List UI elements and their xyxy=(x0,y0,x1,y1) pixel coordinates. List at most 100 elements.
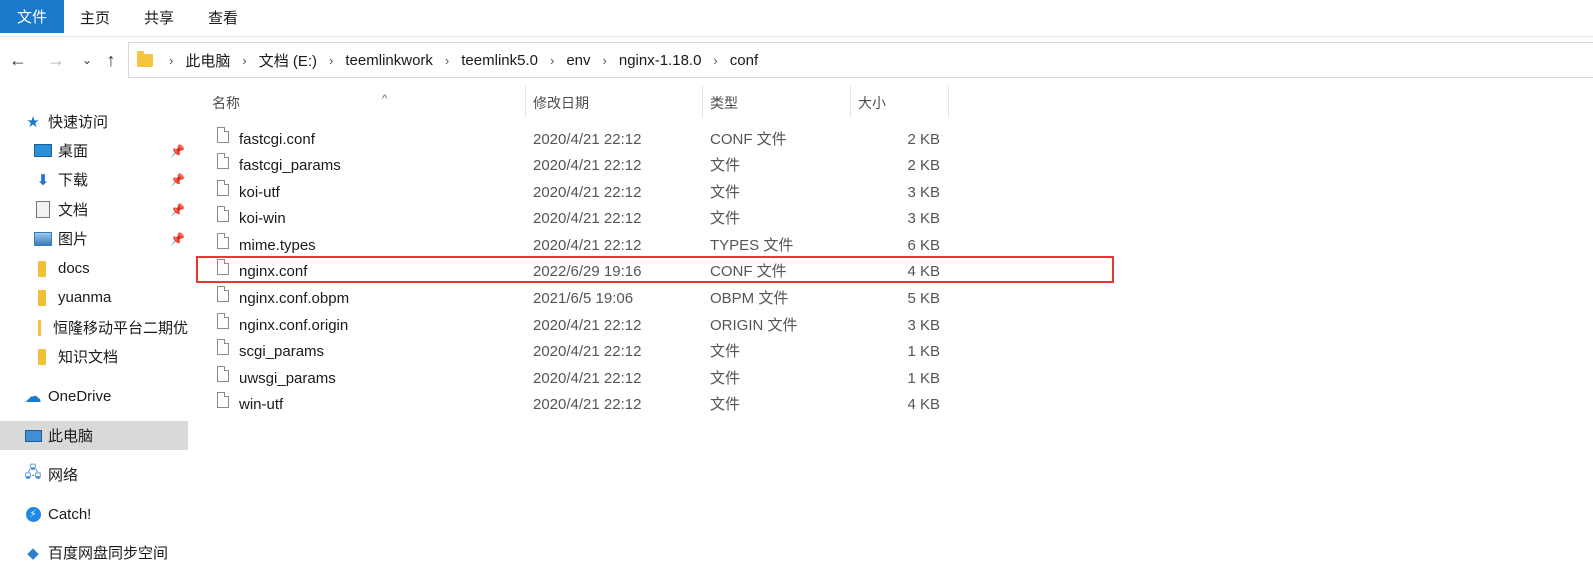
file-row[interactable]: scgi_params 2020/4/21 22:12 文件 1 KB xyxy=(198,339,948,365)
sidebar-item-downloads[interactable]: ⬇ 下载 📌 xyxy=(0,165,188,194)
tab-share[interactable]: 共享 xyxy=(144,0,174,33)
sidebar-item-label: docs xyxy=(58,260,90,277)
column-header-name[interactable]: 名称 ^ xyxy=(212,86,522,118)
sidebar-item-label: 下载 xyxy=(58,172,89,189)
folder-icon xyxy=(38,260,46,277)
breadcrumb-separator[interactable]: › xyxy=(163,53,179,68)
sidebar-item-pictures[interactable]: 图片 📌 xyxy=(0,224,188,253)
column-divider[interactable] xyxy=(702,86,703,118)
breadcrumb-teemlink5[interactable]: teemlink5.0 xyxy=(455,52,544,69)
up-arrow-icon: ↑ xyxy=(106,49,116,70)
file-name: nginx.conf.obpm xyxy=(239,290,350,307)
file-size: 5 KB xyxy=(907,290,940,307)
column-header-date[interactable]: 修改日期 xyxy=(533,86,703,118)
pin-icon[interactable]: 📌 xyxy=(170,232,185,246)
file-row[interactable]: nginx.conf.obpm 2021/6/5 19:06 OBPM 文件 5… xyxy=(198,286,948,312)
file-icon xyxy=(217,392,229,408)
file-size: 3 KB xyxy=(907,210,940,227)
file-icon xyxy=(217,153,229,169)
file-row[interactable]: koi-utf 2020/4/21 22:12 文件 3 KB xyxy=(198,180,948,206)
file-size: 6 KB xyxy=(907,237,940,254)
file-name: mime.types xyxy=(239,237,316,254)
breadcrumb-nginx[interactable]: nginx-1.18.0 xyxy=(613,52,708,69)
breadcrumb-separator[interactable]: › xyxy=(439,53,455,68)
tab-file[interactable]: 文件 xyxy=(0,0,64,33)
file-name: uwsgi_params xyxy=(239,370,336,387)
file-icon xyxy=(217,259,229,275)
breadcrumb-separator[interactable]: › xyxy=(544,53,560,68)
breadcrumb-separator[interactable]: › xyxy=(597,53,613,68)
sidebar-item-onedrive[interactable]: ☁ OneDrive xyxy=(0,382,188,411)
file-name: koi-win xyxy=(239,210,286,227)
sidebar-item-quick-access[interactable]: ★ 快速访问 xyxy=(0,107,188,136)
recent-locations-button[interactable]: ⌄ xyxy=(76,49,98,71)
forward-button[interactable]: → xyxy=(45,49,67,71)
sidebar-item-knowledge-docs[interactable]: 知识文档 xyxy=(0,342,188,371)
sidebar-item-catch[interactable]: ⚡ Catch! xyxy=(0,500,188,529)
pin-icon[interactable]: 📌 xyxy=(170,144,185,158)
back-button[interactable]: ← xyxy=(7,49,29,71)
pin-icon[interactable]: 📌 xyxy=(170,173,185,187)
file-size: 3 KB xyxy=(907,184,940,201)
sidebar-item-henglong[interactable]: 恒隆移动平台二期优 xyxy=(0,313,188,342)
sidebar-item-label: 恒隆移动平台二期优 xyxy=(52,320,188,337)
column-header-size[interactable]: 大小 xyxy=(858,86,948,118)
file-name: win-utf xyxy=(239,396,284,413)
pin-icon[interactable]: 📌 xyxy=(170,203,185,217)
file-type: 文件 xyxy=(710,157,741,174)
sidebar-item-yuanma[interactable]: yuanma xyxy=(0,283,188,312)
folder-icon xyxy=(137,50,153,67)
sort-ascending-icon: ^ xyxy=(382,93,388,105)
sidebar-item-docs[interactable]: docs xyxy=(0,254,188,283)
sidebar-item-label: yuanma xyxy=(58,289,112,306)
network-icon: 🖧 xyxy=(24,464,42,481)
sidebar-item-baidu-sync[interactable]: ◆ 百度网盘同步空间 xyxy=(0,538,188,563)
file-type: 文件 xyxy=(710,370,741,387)
file-date: 2020/4/21 22:12 xyxy=(533,184,642,201)
column-divider[interactable] xyxy=(850,86,851,118)
breadcrumb-teemlinkwork[interactable]: teemlinkwork xyxy=(339,52,439,69)
breadcrumb-this-pc[interactable]: 此电脑 xyxy=(179,50,236,71)
breadcrumb-env[interactable]: env xyxy=(560,52,596,69)
column-divider[interactable] xyxy=(948,86,949,118)
sidebar-item-label: 快速访问 xyxy=(48,114,109,131)
column-header-type[interactable]: 类型 xyxy=(710,86,850,118)
file-row[interactable]: nginx.conf.origin 2020/4/21 22:12 ORIGIN… xyxy=(198,313,948,339)
column-header-label: 类型 xyxy=(710,95,738,111)
sidebar-item-network[interactable]: 🖧 网络 xyxy=(0,460,188,489)
file-row[interactable]: koi-win 2020/4/21 22:12 文件 3 KB xyxy=(198,206,948,232)
file-row[interactable]: uwsgi_params 2020/4/21 22:12 文件 1 KB xyxy=(198,366,948,392)
ribbon: 文件 主页 共享 查看 xyxy=(0,0,1593,37)
sidebar-item-desktop[interactable]: 桌面 📌 xyxy=(0,136,188,165)
file-row[interactable]: fastcgi_params 2020/4/21 22:12 文件 2 KB xyxy=(198,153,948,179)
breadcrumb-drive-e[interactable]: 文档 (E:) xyxy=(253,50,323,71)
sidebar-item-this-pc[interactable]: 此电脑 xyxy=(0,421,188,450)
file-size: 2 KB xyxy=(907,157,940,174)
file-type: CONF 文件 xyxy=(710,131,787,148)
address-bar[interactable]: › 此电脑 › 文档 (E:) › teemlinkwork › teemlin… xyxy=(128,42,1593,78)
breadcrumb-conf[interactable]: conf xyxy=(724,52,764,69)
file-name: nginx.conf.origin xyxy=(239,317,349,334)
tab-view[interactable]: 查看 xyxy=(208,0,238,33)
file-row[interactable]: nginx.conf 2022/6/29 19:16 CONF 文件 4 KB xyxy=(198,259,948,285)
breadcrumb-separator[interactable]: › xyxy=(236,53,252,68)
column-header-label: 大小 xyxy=(858,95,886,111)
sidebar-item-label: OneDrive xyxy=(48,388,112,405)
baidu-icon: ◆ xyxy=(27,544,39,562)
file-row[interactable]: win-utf 2020/4/21 22:12 文件 4 KB xyxy=(198,392,948,418)
file-row[interactable]: fastcgi.conf 2020/4/21 22:12 CONF 文件 2 K… xyxy=(198,127,948,153)
file-row[interactable]: mime.types 2020/4/21 22:12 TYPES 文件 6 KB xyxy=(198,233,948,259)
file-list: 名称 ^ 修改日期 类型 大小 fastcgi.conf 2020/4/21 2… xyxy=(190,86,1593,563)
breadcrumb-separator[interactable]: › xyxy=(323,53,339,68)
file-icon xyxy=(217,339,229,355)
column-header-label: 名称 xyxy=(212,95,240,111)
tab-home[interactable]: 主页 xyxy=(80,0,110,33)
up-button[interactable]: ↑ xyxy=(100,49,122,71)
address-row: ← → ⌄ ↑ › 此电脑 › 文档 (E:) › teemlinkwork ›… xyxy=(0,41,1593,81)
sidebar-item-documents[interactable]: 文档 📌 xyxy=(0,195,188,224)
file-type: 文件 xyxy=(710,396,741,413)
folder-icon xyxy=(38,319,41,336)
column-divider[interactable] xyxy=(525,86,526,118)
breadcrumb-separator[interactable]: › xyxy=(707,53,723,68)
file-date: 2020/4/21 22:12 xyxy=(533,157,642,174)
